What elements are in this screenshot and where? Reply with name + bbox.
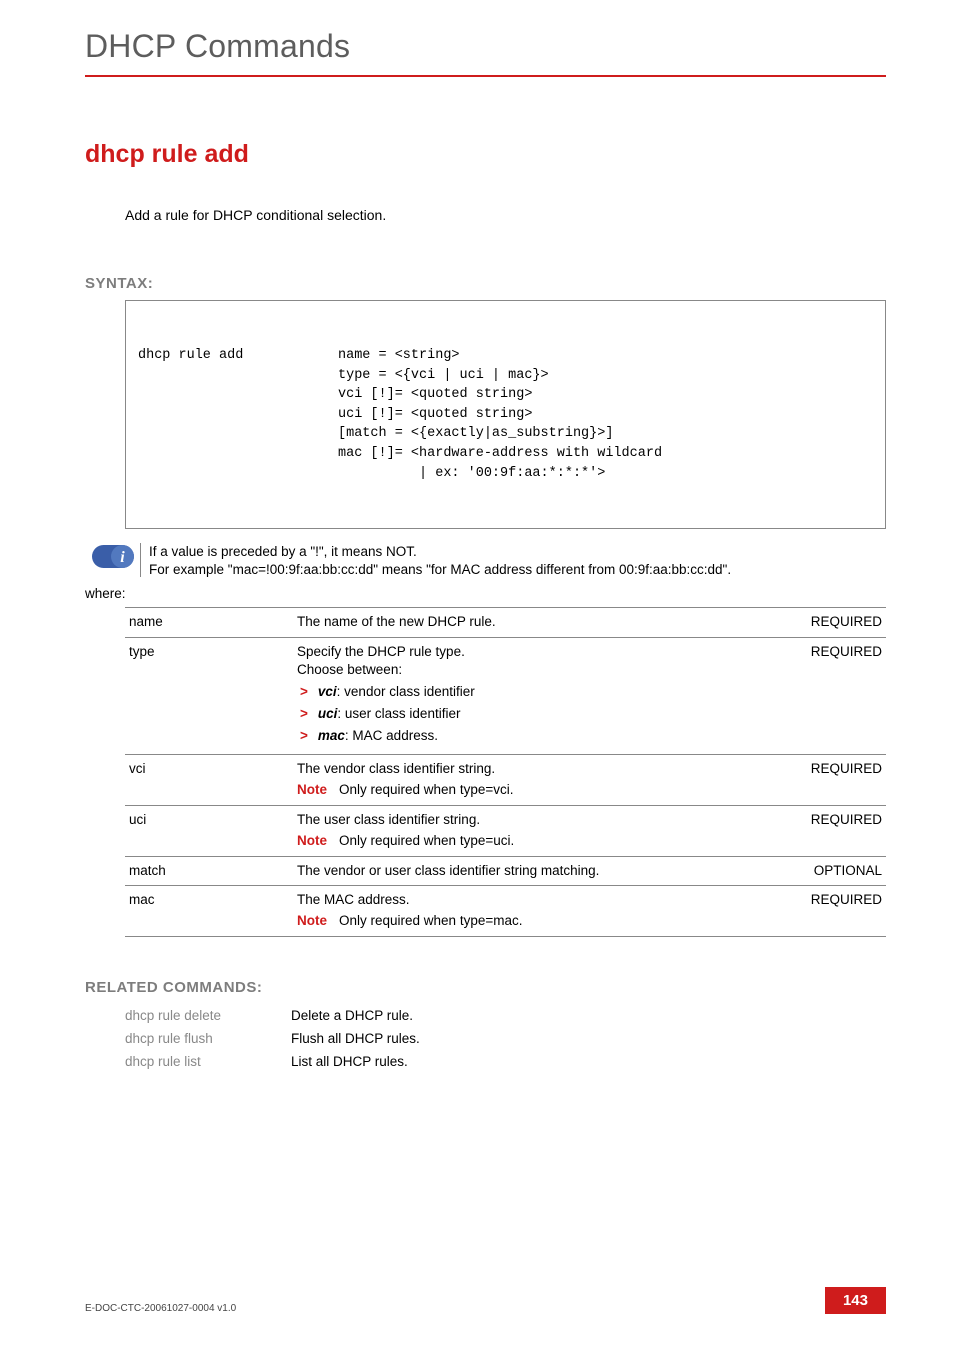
note-line: Note Only required when type=uci.	[297, 832, 774, 851]
param-desc: The user class identifier string. Note O…	[293, 805, 778, 856]
related-command-link[interactable]: dhcp rule delete	[125, 1008, 285, 1023]
page-number-badge: 143	[825, 1287, 886, 1314]
param-name: name	[125, 607, 293, 637]
callout-text: If a value is preceded by a "!", it mean…	[149, 543, 731, 579]
syntax-command: dhcp rule add	[138, 346, 338, 483]
param-desc: The vendor class identifier string. Note…	[293, 754, 778, 805]
params-table: name The name of the new DHCP rule. REQU…	[125, 607, 886, 938]
param-name: match	[125, 856, 293, 886]
table-row: match The vendor or user class identifie…	[125, 856, 886, 886]
related-table: dhcp rule delete Delete a DHCP rule. dhc…	[125, 1004, 426, 1073]
param-desc-text: The vendor class identifier string.	[297, 760, 774, 779]
info-icon: i	[92, 545, 134, 568]
param-req: REQUIRED	[778, 886, 886, 937]
command-title: dhcp rule add	[85, 140, 886, 169]
doc-id: E-DOC-CTC-20061027-0004 v1.0	[85, 1303, 236, 1314]
param-desc-text: The MAC address.	[297, 891, 774, 910]
related-desc: Delete a DHCP rule.	[291, 1004, 426, 1027]
bullet-text: : user class identifier	[337, 706, 460, 721]
bullet-em: vci	[318, 684, 337, 699]
table-row: mac The MAC address. Note Only required …	[125, 886, 886, 937]
related-command-link[interactable]: dhcp rule list	[125, 1054, 285, 1069]
table-row: vci The vendor class identifier string. …	[125, 754, 886, 805]
param-desc: The MAC address. Note Only required when…	[293, 886, 778, 937]
page-header: DHCP Commands	[85, 0, 886, 65]
param-req: REQUIRED	[778, 637, 886, 754]
note-line: Note Only required when type=vci.	[297, 781, 774, 800]
syntax-args: name = <string> type = <{vci | uci | mac…	[338, 346, 662, 483]
syntax-box: dhcp rule add name = <string> type = <{v…	[125, 300, 886, 529]
note-text: Only required when type=vci.	[339, 781, 513, 800]
arrow-icon: >	[300, 683, 308, 702]
arrow-icon: >	[300, 727, 308, 746]
param-name: vci	[125, 754, 293, 805]
related-desc: List all DHCP rules.	[291, 1050, 426, 1073]
related-desc: Flush all DHCP rules.	[291, 1027, 426, 1050]
svg-text:i: i	[120, 549, 125, 566]
related-section: RELATED COMMANDS: dhcp rule delete Delet…	[85, 979, 886, 1073]
param-desc: The vendor or user class identifier stri…	[293, 856, 778, 886]
bullet-em: mac	[318, 728, 345, 743]
note-text: Only required when type=uci.	[339, 832, 514, 851]
note-label: Note	[297, 912, 339, 931]
param-name: uci	[125, 805, 293, 856]
table-row: uci The user class identifier string. No…	[125, 805, 886, 856]
callout-line-2: For example "mac=!00:9f:aa:bb:cc:dd" mea…	[149, 561, 731, 579]
related-row: dhcp rule delete Delete a DHCP rule.	[125, 1004, 426, 1027]
header-rule	[85, 75, 886, 77]
bullet-item: > mac: MAC address.	[297, 727, 774, 746]
note-text: Only required when type=mac.	[339, 912, 522, 931]
info-callout: i If a value is preceded by a "!", it me…	[92, 543, 886, 579]
param-name: type	[125, 637, 293, 754]
param-req: OPTIONAL	[778, 856, 886, 886]
syntax-heading: SYNTAX:	[85, 275, 886, 292]
related-row: dhcp rule list List all DHCP rules.	[125, 1050, 426, 1073]
command-intro: Add a rule for DHCP conditional selectio…	[125, 207, 886, 223]
note-label: Note	[297, 781, 339, 800]
param-desc-text: The user class identifier string.	[297, 811, 774, 830]
bullet-item: > uci: user class identifier	[297, 705, 774, 724]
param-req: REQUIRED	[778, 607, 886, 637]
bullet-item: > vci: vendor class identifier	[297, 683, 774, 702]
page-footer: E-DOC-CTC-20061027-0004 v1.0 143	[85, 1287, 886, 1314]
bullet-text: : vendor class identifier	[337, 684, 475, 699]
related-row: dhcp rule flush Flush all DHCP rules.	[125, 1027, 426, 1050]
param-desc: The name of the new DHCP rule.	[293, 607, 778, 637]
table-row: name The name of the new DHCP rule. REQU…	[125, 607, 886, 637]
param-name: mac	[125, 886, 293, 937]
param-req: REQUIRED	[778, 805, 886, 856]
callout-separator	[140, 543, 141, 577]
related-heading: RELATED COMMANDS:	[85, 979, 886, 996]
param-desc-text: Specify the DHCP rule type. Choose betwe…	[297, 643, 774, 681]
related-command-link[interactable]: dhcp rule flush	[125, 1031, 285, 1046]
note-label: Note	[297, 832, 339, 851]
bullet-em: uci	[318, 706, 338, 721]
param-desc: Specify the DHCP rule type. Choose betwe…	[293, 637, 778, 754]
table-row: type Specify the DHCP rule type. Choose …	[125, 637, 886, 754]
note-line: Note Only required when type=mac.	[297, 912, 774, 931]
bullet-text: : MAC address.	[345, 728, 438, 743]
where-label: where:	[85, 586, 886, 601]
callout-line-1: If a value is preceded by a "!", it mean…	[149, 543, 731, 561]
param-req: REQUIRED	[778, 754, 886, 805]
arrow-icon: >	[300, 705, 308, 724]
